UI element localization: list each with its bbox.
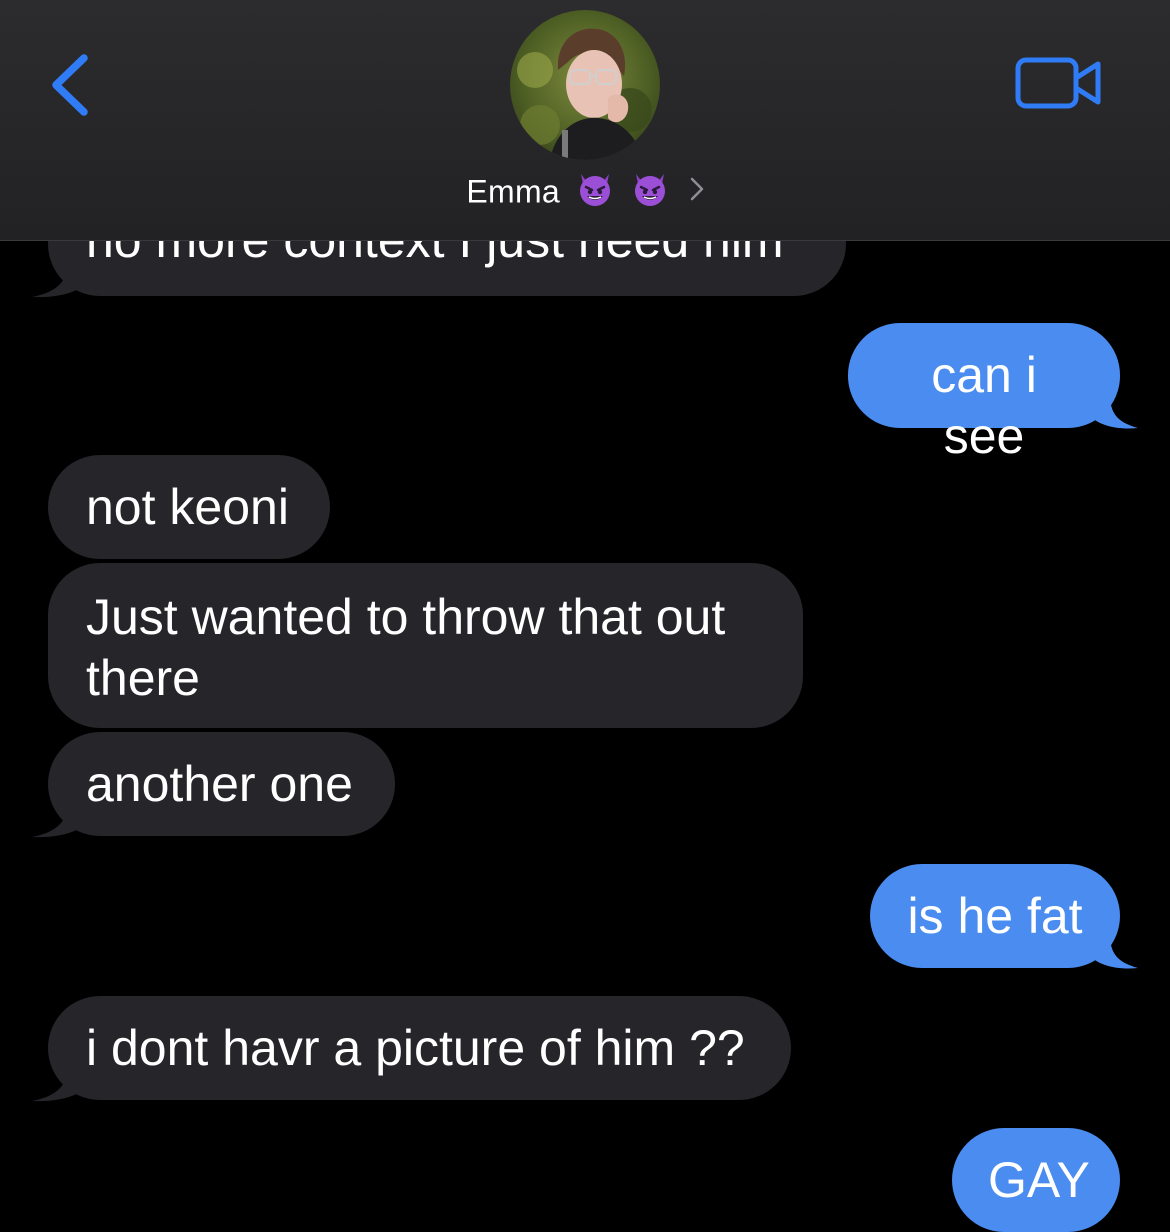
message-bubble-incoming[interactable]: i dont havr a picture of him ?? [48,996,791,1100]
message-text: i dont havr a picture of him ?? [86,1020,745,1076]
bubble-tail [1090,394,1138,429]
smiling-imp-icon [630,168,670,216]
message-bubble-incoming[interactable]: another one [48,732,395,836]
chevron-left-icon [52,54,88,116]
message-bubble-outgoing[interactable]: is he fat [870,864,1120,968]
message-bubble-incoming[interactable]: not keoni [48,455,330,559]
contact-name-button[interactable]: Emma [0,168,1170,216]
avatar-photo [510,10,660,160]
back-button[interactable] [40,50,100,120]
message-bubble-outgoing[interactable]: GAY [952,1128,1120,1232]
conversation-header: Emma [0,0,1170,241]
message-bubble-incoming[interactable]: Just wanted to throw that out there [48,563,803,728]
message-text-line: Just wanted to throw that out [86,589,726,645]
message-text: GAY [988,1152,1090,1208]
message-text: can i see [931,347,1037,464]
facetime-video-button[interactable] [1012,54,1106,114]
bubble-tail [1090,934,1138,969]
message-text: another one [86,756,353,812]
avatar[interactable] [510,10,660,160]
video-camera-icon [1015,57,1101,109]
message-text-line: there [86,650,200,706]
message-text: is he fat [907,888,1083,944]
message-text: not keoni [86,479,289,535]
chevron-right-icon [690,175,704,208]
message-bubble-outgoing[interactable]: can i see [848,323,1120,464]
smiling-imp-icon [575,168,615,216]
bubble-tail [32,262,86,298]
bubble-tail [32,802,86,838]
bubble-tail [32,1066,86,1102]
contact-name: Emma [466,173,561,210]
